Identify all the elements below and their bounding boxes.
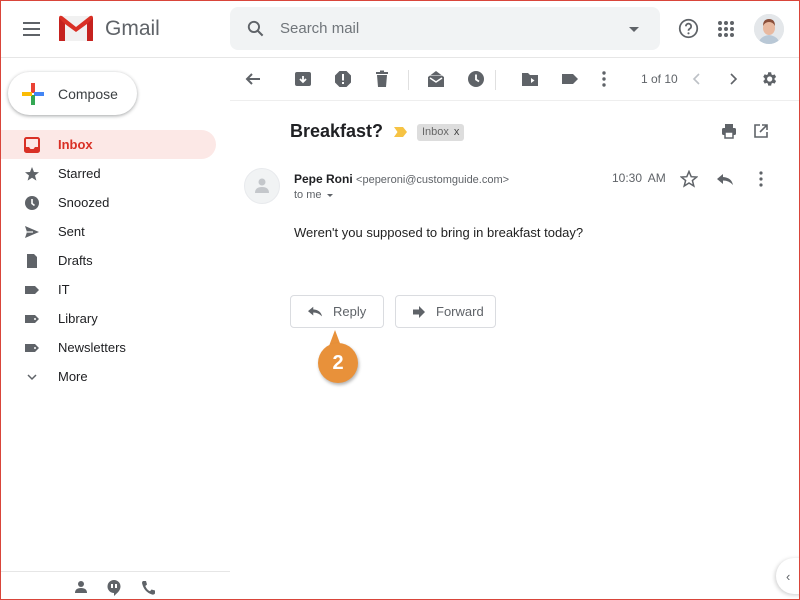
sidebar-item-starred[interactable]: Starred (0, 159, 216, 188)
archive-icon[interactable] (294, 70, 312, 88)
sidebar-item-snoozed[interactable]: Snoozed (0, 188, 216, 217)
label-icon (25, 286, 39, 294)
clock-icon (25, 196, 39, 210)
reply-icon (308, 306, 322, 316)
hangouts-icon[interactable] (107, 580, 121, 596)
search-icon[interactable] (246, 19, 265, 38)
label-icon (25, 344, 39, 352)
star-icon[interactable] (680, 170, 698, 188)
email-body: Weren't you supposed to bring in breakfa… (294, 225, 584, 240)
more-vert-icon[interactable] (752, 170, 770, 188)
main-menu-button[interactable] (20, 17, 44, 41)
side-panel-toggle[interactable]: ‹ (776, 558, 800, 594)
compose-plus-icon (22, 83, 44, 105)
inbox-label-chip: Inbox x (417, 124, 465, 141)
toolbar-divider (495, 70, 496, 90)
forward-icon (413, 305, 425, 318)
draft-icon (27, 254, 37, 268)
remove-label-button[interactable]: x (454, 124, 460, 141)
search-options-icon[interactable] (629, 27, 639, 32)
open-new-window-icon[interactable] (753, 123, 769, 139)
recipients-toggle[interactable]: to me (294, 189, 333, 201)
forward-button[interactable]: Forward (395, 295, 496, 328)
print-icon[interactable] (721, 123, 737, 139)
move-to-icon[interactable] (521, 70, 539, 88)
sidebar-item-inbox[interactable]: Inbox (0, 130, 216, 159)
prev-icon[interactable] (688, 70, 706, 88)
report-spam-icon[interactable] (334, 70, 352, 88)
account-avatar[interactable] (754, 14, 784, 44)
sender-info: Pepe Roni <peperoni@customguide.com> (294, 172, 509, 186)
apps-icon[interactable] (717, 20, 735, 38)
reply-button[interactable]: Reply (290, 295, 384, 328)
sidebar-item-it[interactable]: IT (0, 275, 216, 304)
snooze-icon[interactable] (467, 70, 485, 88)
back-arrow-icon[interactable] (244, 70, 262, 88)
next-icon[interactable] (724, 70, 742, 88)
chevron-left-icon: ‹ (786, 569, 791, 584)
forward-label: Forward (436, 304, 484, 319)
email-subject: Breakfast? (290, 121, 384, 141)
contacts-icon[interactable] (74, 580, 88, 594)
recipient-details-caret-icon (326, 193, 333, 197)
settings-icon[interactable] (760, 70, 778, 88)
app-name: Gmail (105, 17, 160, 40)
sidebar-item-more[interactable]: More (0, 362, 216, 391)
sidebar-item-drafts[interactable]: Drafts (0, 246, 216, 275)
gmail-logo-icon[interactable] (58, 15, 94, 42)
step-callout-badge: 2 (318, 343, 358, 383)
sidebar-item-sent[interactable]: Sent (0, 217, 216, 246)
star-icon (25, 167, 39, 181)
mark-unread-icon[interactable] (427, 70, 445, 88)
toolbar-divider (408, 70, 409, 90)
send-icon (25, 226, 39, 238)
menu-icon (23, 22, 40, 24)
recipient-text: to me (294, 189, 322, 201)
search-input[interactable] (280, 7, 600, 50)
important-marker-icon[interactable] (394, 126, 408, 138)
sidebar-footer (0, 571, 230, 600)
reply-label: Reply (333, 304, 367, 319)
sidebar-item-library[interactable]: Library (0, 304, 216, 333)
sender-name: Pepe Roni (294, 172, 353, 186)
top-header: Gmail (0, 0, 800, 58)
sender-email: <peperoni@customguide.com> (356, 174, 510, 186)
compose-button[interactable]: Compose (8, 72, 137, 115)
message-time: 10:30 AM (612, 171, 666, 185)
user-photo-icon (754, 14, 784, 44)
message-toolbar: 1 of 10 (230, 58, 800, 101)
compose-label: Compose (58, 86, 118, 102)
label-icon (25, 315, 39, 323)
reply-icon[interactable] (716, 170, 734, 188)
pagination-count: 1 of 10 (641, 72, 678, 86)
chevron-down-icon (27, 374, 37, 381)
labels-icon[interactable] (561, 70, 579, 88)
more-vert-icon[interactable] (595, 70, 613, 88)
label-chip-text: Inbox (422, 126, 449, 138)
inbox-icon (24, 137, 40, 153)
delete-icon[interactable] (373, 70, 391, 88)
person-icon (255, 178, 269, 193)
sidebar-item-newsletters[interactable]: Newsletters (0, 333, 216, 362)
search-bar (230, 7, 660, 50)
phone-icon[interactable] (141, 580, 155, 595)
sender-avatar[interactable] (244, 168, 280, 204)
help-icon[interactable] (678, 18, 699, 39)
sidebar-nav: Inbox Starred Snoozed Sent Drafts IT Lib… (0, 130, 216, 391)
